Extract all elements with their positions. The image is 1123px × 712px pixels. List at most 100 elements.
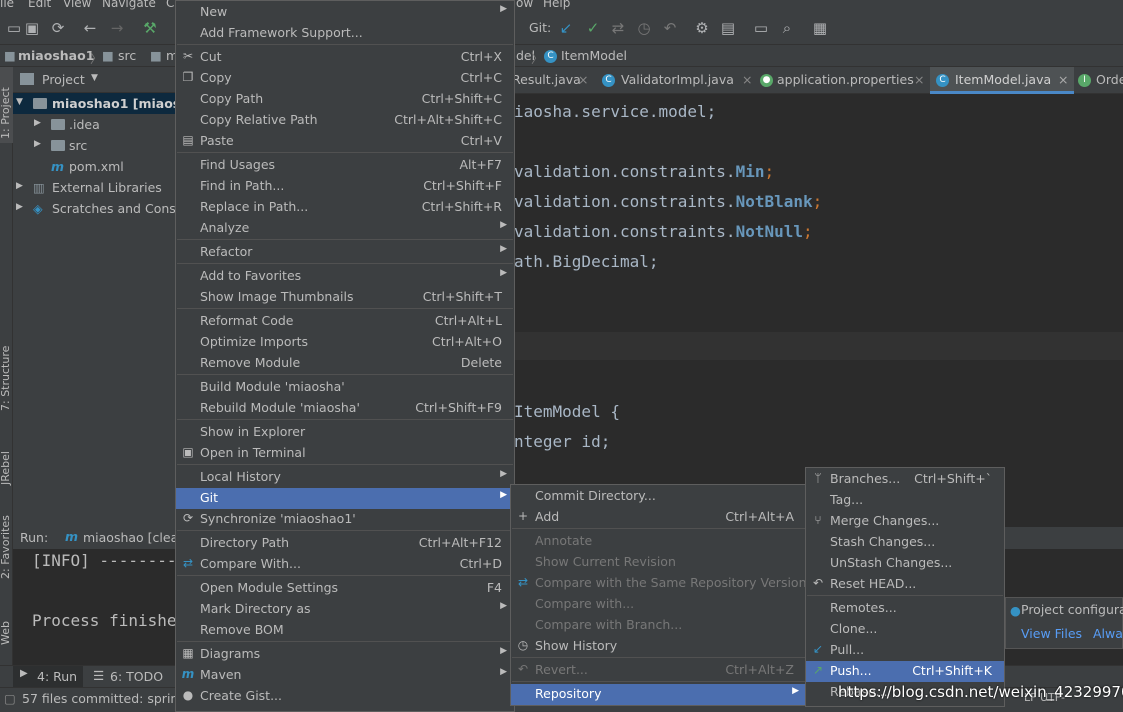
expand-arrow-icon[interactable]: ▶	[16, 181, 23, 191]
menu-item-tag[interactable]: Tag...	[806, 490, 1004, 511]
menu-item-analyze[interactable]: Analyze ▶	[176, 218, 514, 239]
menu-item-paste[interactable]: ▤ Paste Ctrl+V	[176, 131, 514, 152]
tree-item-scratches[interactable]: ▶ ◈ Scratches and Conso	[13, 198, 183, 219]
tab-order[interactable]: I Orde	[1076, 67, 1123, 94]
menu-window[interactable]: ow	[516, 0, 533, 10]
menu-item-unstash-changes[interactable]: UnStash Changes...	[806, 553, 1004, 574]
project-view-selector[interactable]: Project	[42, 72, 85, 87]
project-structure-icon[interactable]: ▤	[719, 19, 737, 37]
tree-item-idea[interactable]: ▶ .idea	[13, 114, 176, 135]
search-icon[interactable]: ⌕	[778, 19, 796, 37]
menu-item-clone[interactable]: Clone...	[806, 619, 1004, 640]
favorites-tool-label[interactable]: 2: Favorites	[0, 515, 12, 579]
menu-item-remove-bom[interactable]: Remove BOM	[176, 620, 514, 641]
breadcrumb-class[interactable]: ItemModel	[561, 48, 627, 63]
breadcrumb-project[interactable]: miaoshao1	[18, 48, 94, 63]
menu-item-add[interactable]: + Add Ctrl+Alt+A	[511, 507, 806, 528]
tab-run[interactable]: ▶ 4: Run	[13, 666, 83, 688]
always-link[interactable]: Alway	[1093, 626, 1123, 641]
menu-edit[interactable]: Edit	[28, 0, 51, 10]
menu-item-push[interactable]: ↗ Push... Ctrl+Shift+K	[806, 661, 1004, 682]
forward-icon[interactable]: →	[108, 19, 126, 37]
menu-item-copy-path[interactable]: Copy Path Ctrl+Shift+C	[176, 89, 514, 110]
close-icon[interactable]: ×	[742, 72, 752, 87]
menu-item-git[interactable]: Git ▶	[176, 488, 514, 509]
tab-todo[interactable]: ☰ 6: TODO	[93, 666, 173, 688]
menu-item-refactor[interactable]: Refactor ▶	[176, 242, 514, 263]
menu-item-maven[interactable]: m Maven ▶	[176, 665, 514, 686]
code-editor[interactable]: iaosha.service.model; validation.constra…	[510, 94, 1123, 526]
back-icon[interactable]: ←	[81, 19, 99, 37]
menu-item-remotes[interactable]: Remotes...	[806, 598, 1004, 619]
menu-item-new[interactable]: New ▶	[176, 2, 514, 23]
expand-arrow-icon[interactable]: ▶	[34, 118, 41, 128]
close-icon[interactable]: ×	[914, 72, 924, 87]
git-update-icon[interactable]: ↙	[557, 19, 575, 37]
structure-tool-label[interactable]: 7: Structure	[0, 346, 12, 411]
open-icon[interactable]: ▭	[5, 19, 23, 37]
menu-item-merge-changes[interactable]: ⑂ Merge Changes...	[806, 511, 1004, 532]
menu-item-add-framework-support[interactable]: Add Framework Support...	[176, 23, 514, 44]
tree-item-pom[interactable]: m pom.xml	[13, 156, 176, 177]
tab-application-properties[interactable]: ● application.properties ×	[756, 67, 928, 94]
project-tool-label[interactable]: 1: Project	[0, 87, 12, 139]
menu-item-synchronize-miaoshao1[interactable]: ⟳ Synchronize 'miaoshao1'	[176, 509, 514, 530]
git-revert-icon[interactable]: ↶	[661, 19, 679, 37]
menu-item-add-to-favorites[interactable]: Add to Favorites ▶	[176, 266, 514, 287]
view-files-link[interactable]: View Files	[1021, 626, 1082, 641]
menu-item-compare-with[interactable]: ⇄ Compare With... Ctrl+D	[176, 554, 514, 575]
menu-item-copy-relative-path[interactable]: Copy Relative Path Ctrl+Alt+Shift+C	[176, 110, 514, 131]
web-tool-label[interactable]: Web	[0, 621, 12, 645]
menu-item-show-in-explorer[interactable]: Show in Explorer	[176, 422, 514, 443]
close-icon[interactable]: ×	[1058, 72, 1068, 87]
refresh-icon[interactable]: ⟳	[49, 19, 67, 37]
menu-code[interactable]: C	[166, 0, 174, 10]
tab-validatorimpl[interactable]: C ValidatorImpl.java ×	[596, 67, 754, 94]
tree-item-root[interactable]: ▼ miaoshao1 [miaosha	[13, 93, 198, 114]
menu-navigate[interactable]: Navigate	[102, 0, 156, 10]
menu-item-reformat-code[interactable]: Reformat Code Ctrl+Alt+L	[176, 311, 514, 332]
tree-item-src[interactable]: ▶ src	[13, 135, 176, 156]
menu-item-create-gist[interactable]: ● Create Gist...	[176, 686, 514, 707]
menu-file[interactable]: ile	[0, 0, 14, 10]
menu-item-remove-module[interactable]: Remove Module Delete	[176, 353, 514, 374]
menu-view[interactable]: View	[63, 0, 91, 10]
terminal-icon[interactable]: ▭	[752, 19, 770, 37]
build-icon[interactable]: ⚒	[141, 19, 159, 37]
menu-item-open-module-settings[interactable]: Open Module Settings F4	[176, 578, 514, 599]
plugin-icon[interactable]: ▦	[811, 19, 829, 37]
menu-item-pull[interactable]: ↙ Pull...	[806, 640, 1004, 661]
git-compare-icon[interactable]: ⇄	[609, 19, 627, 37]
menu-item-repository[interactable]: Repository ▶	[511, 684, 806, 705]
menu-item-stash-changes[interactable]: Stash Changes...	[806, 532, 1004, 553]
close-icon[interactable]: ×	[578, 72, 588, 87]
menu-item-branches[interactable]: ᛘ Branches... Ctrl+Shift+`	[806, 469, 1004, 490]
status-text[interactable]: 57 files committed: spring	[22, 691, 186, 706]
run-config-tab[interactable]: miaoshao [clear	[83, 530, 183, 545]
git-commit-icon[interactable]: ✓	[584, 19, 602, 37]
menu-item-find-usages[interactable]: Find Usages Alt+F7	[176, 155, 514, 176]
menu-item-open-in-terminal[interactable]: ▣ Open in Terminal	[176, 443, 514, 464]
expand-arrow-icon[interactable]: ▶	[34, 139, 41, 149]
jrebel-tool-label[interactable]: JRebel	[0, 451, 12, 485]
menu-item-local-history[interactable]: Local History ▶	[176, 467, 514, 488]
menu-item-replace-in-path[interactable]: Replace in Path... Ctrl+Shift+R	[176, 197, 514, 218]
menu-item-rebuild-module-miaosha[interactable]: Rebuild Module 'miaosha' Ctrl+Shift+F9	[176, 398, 514, 419]
expand-arrow-icon[interactable]: ▶	[16, 202, 23, 212]
menu-item-build-module-miaosha[interactable]: Build Module 'miaosha'	[176, 377, 514, 398]
menu-help[interactable]: Help	[543, 0, 570, 10]
layout-icon[interactable]: ▢	[4, 691, 16, 706]
chevron-down-icon[interactable]: ▼	[91, 73, 98, 83]
menu-item-optimize-imports[interactable]: Optimize Imports Ctrl+Alt+O	[176, 332, 514, 353]
menu-item-commit-directory[interactable]: Commit Directory...	[511, 486, 806, 507]
menu-item-cut[interactable]: ✂ Cut Ctrl+X	[176, 47, 514, 68]
tab-result[interactable]: Result.java ×	[510, 67, 594, 94]
tab-itemmodel[interactable]: C ItemModel.java ×	[930, 67, 1074, 94]
breadcrumb-src[interactable]: src	[118, 48, 136, 63]
tree-item-external-libraries[interactable]: ▶ ▥ External Libraries	[13, 177, 176, 198]
wrench-icon[interactable]: ⚙	[693, 19, 711, 37]
save-icon[interactable]: ▣	[23, 19, 41, 37]
menu-item-show-image-thumbnails[interactable]: Show Image Thumbnails Ctrl+Shift+T	[176, 287, 514, 308]
menu-item-show-history[interactable]: ◷ Show History	[511, 636, 806, 657]
menu-item-diagrams[interactable]: ▦ Diagrams ▶	[176, 644, 514, 665]
